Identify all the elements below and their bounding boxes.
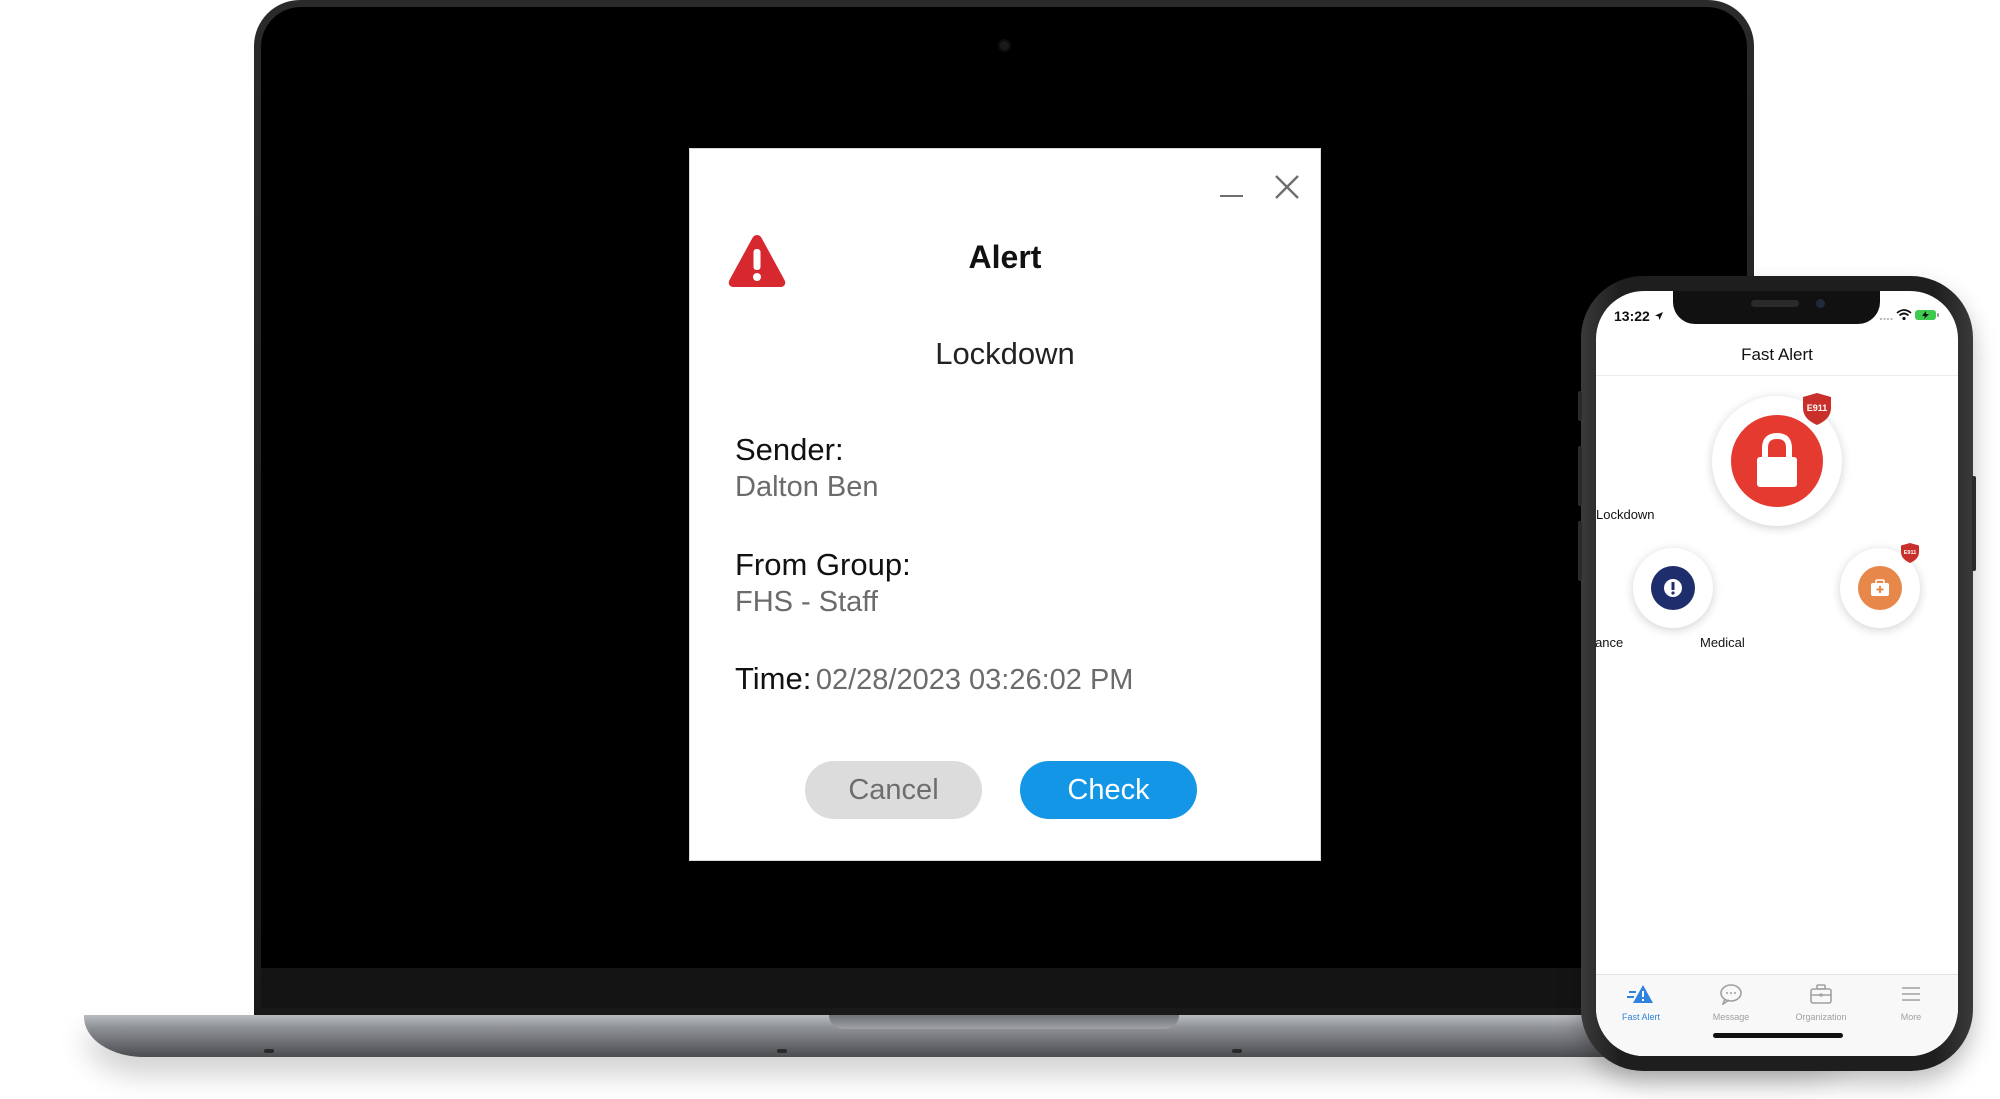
- briefcase-icon: [1810, 984, 1832, 1004]
- lockdown-label: Lockdown: [1596, 507, 1655, 522]
- e911-badge: E911: [1801, 392, 1833, 431]
- front-camera: [1816, 299, 1825, 308]
- time-row: Time: 02/28/2023 03:26:02 PM: [735, 661, 1133, 697]
- tab-organization[interactable]: Organization: [1776, 983, 1866, 1022]
- wifi-icon: [1896, 309, 1912, 321]
- phone-side-button: [1578, 446, 1582, 506]
- staff-assistance-action[interactable]: [1631, 546, 1716, 631]
- check-button[interactable]: Check: [1020, 761, 1197, 819]
- group-label: From Group:: [735, 547, 911, 582]
- e911-badge-text: E911: [1807, 403, 1828, 413]
- medical-label: Medical: [1700, 635, 1745, 650]
- phone-side-button: [1972, 476, 1976, 571]
- home-indicator: [1713, 1033, 1843, 1038]
- alert-dialog: Alert Lockdown Sender: Dalton Ben From G…: [690, 149, 1320, 860]
- medical-action[interactable]: E911: [1838, 543, 1923, 631]
- tab-message[interactable]: Message: [1686, 983, 1776, 1022]
- laptop-foot: [777, 1049, 787, 1053]
- phone-screen: 13:22 Fast Alert E911 Lockdown ance E911…: [1596, 291, 1958, 1056]
- tab-fast-alert[interactable]: Fast Alert: [1596, 983, 1686, 1022]
- group-value: FHS - Staff: [735, 586, 878, 618]
- laptop-camera: [1000, 41, 1009, 50]
- time-value: 02/28/2023 03:26:02 PM: [815, 664, 1134, 696]
- laptop-foot: [264, 1049, 274, 1053]
- e911-badge: E911: [1900, 542, 1920, 569]
- tab-label: More: [1900, 1012, 1922, 1022]
- battery-icon: [1915, 310, 1939, 320]
- status-icons: [1880, 308, 1940, 322]
- location-arrow-icon: [1654, 312, 1663, 320]
- tab-label: Fast Alert: [1621, 1012, 1660, 1022]
- alert-type: Lockdown: [935, 336, 1075, 371]
- laptop-foot: [1232, 1049, 1242, 1053]
- cellular-signal-icon: [1880, 318, 1893, 320]
- header-divider: [1596, 375, 1958, 376]
- status-time: 13:22: [1614, 308, 1664, 324]
- phone-frame: 13:22 Fast Alert E911 Lockdown ance E911…: [1578, 276, 1976, 1071]
- fast-alert-icon: [1627, 985, 1653, 1003]
- time-label: Time:: [735, 661, 812, 696]
- tab-label: Organization: [1795, 1012, 1847, 1022]
- dialog-title: Alert: [968, 239, 1042, 275]
- phone-side-button: [1578, 391, 1582, 421]
- cancel-button[interactable]: Cancel: [805, 761, 982, 819]
- menu-lines-icon: [1902, 987, 1920, 1001]
- phone-speaker: [1751, 300, 1799, 307]
- e911-badge-text: E911: [1904, 550, 1917, 556]
- app-title: Fast Alert: [1741, 345, 1813, 364]
- minimize-icon[interactable]: [1220, 183, 1244, 207]
- tab-bar: Fast Alert Message Organization More: [1596, 974, 1958, 1056]
- screen-bottom-strip: [261, 968, 1747, 1008]
- phone-side-button: [1578, 521, 1582, 581]
- status-time-text: 13:22: [1614, 308, 1650, 324]
- sender-label: Sender:: [735, 432, 844, 467]
- staff-assistance-button-ring[interactable]: [1633, 548, 1713, 628]
- tab-more[interactable]: More: [1866, 983, 1956, 1022]
- close-icon[interactable]: [1273, 173, 1301, 201]
- message-bubble-icon: [1720, 984, 1742, 1007]
- sender-value: Dalton Ben: [735, 471, 879, 503]
- exclamation-icon: [1651, 566, 1695, 610]
- laptop-hinge-notch: [829, 1015, 1179, 1029]
- phone-notch: [1673, 291, 1880, 324]
- tab-label: Message: [1712, 1012, 1750, 1022]
